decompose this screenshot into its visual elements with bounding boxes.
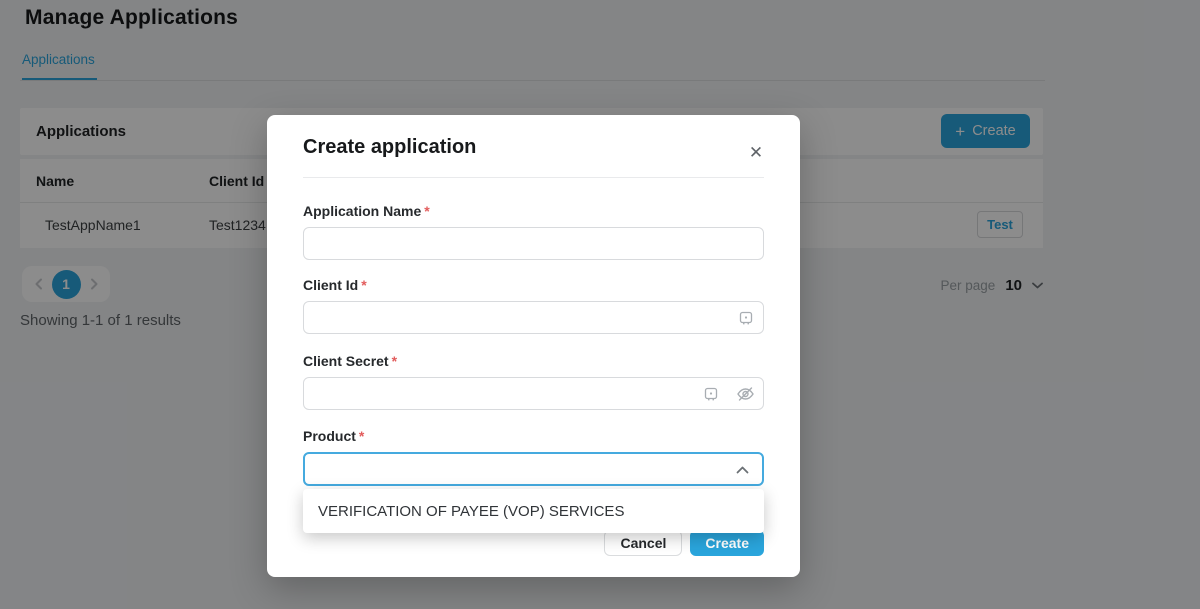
generate-value-icon[interactable]	[739, 311, 753, 325]
dropdown-option-vop[interactable]: VERIFICATION OF PAYEE (VOP) SERVICES	[303, 489, 764, 533]
chevron-up-icon	[736, 466, 749, 474]
required-asterisk: *	[361, 277, 366, 293]
modal-header: Create application ✕	[303, 115, 764, 178]
application-name-label-text: Application Name	[303, 203, 421, 219]
modal-footer: Cancel Create	[604, 530, 764, 556]
cancel-button[interactable]: Cancel	[604, 530, 682, 556]
eye-off-icon[interactable]	[736, 386, 755, 402]
close-icon: ✕	[749, 143, 763, 163]
create-submit-button[interactable]: Create	[690, 530, 764, 556]
required-asterisk: *	[359, 428, 364, 444]
modal-body: Application Name* Client Id* Client Secr…	[303, 203, 764, 486]
required-asterisk: *	[392, 353, 397, 369]
create-application-modal: Create application ✕ Application Name* C…	[267, 115, 800, 577]
application-name-input-wrap	[303, 227, 764, 260]
client-secret-input[interactable]	[303, 377, 764, 410]
application-name-label: Application Name*	[303, 203, 764, 219]
product-select[interactable]	[303, 452, 764, 486]
product-label-text: Product	[303, 428, 356, 444]
client-secret-label-text: Client Secret	[303, 353, 389, 369]
client-id-input[interactable]	[303, 301, 764, 334]
client-id-label-text: Client Id	[303, 277, 358, 293]
product-dropdown: VERIFICATION OF PAYEE (VOP) SERVICES	[303, 489, 764, 533]
client-id-input-wrap	[303, 301, 764, 334]
generate-secret-icon[interactable]	[704, 387, 718, 401]
close-button[interactable]: ✕	[744, 141, 768, 165]
product-label: Product*	[303, 428, 764, 444]
application-name-input[interactable]	[303, 227, 764, 260]
required-asterisk: *	[424, 203, 429, 219]
client-id-label: Client Id*	[303, 277, 764, 293]
modal-title: Create application	[303, 136, 476, 159]
client-secret-label: Client Secret*	[303, 353, 764, 369]
client-secret-input-wrap	[303, 377, 764, 410]
